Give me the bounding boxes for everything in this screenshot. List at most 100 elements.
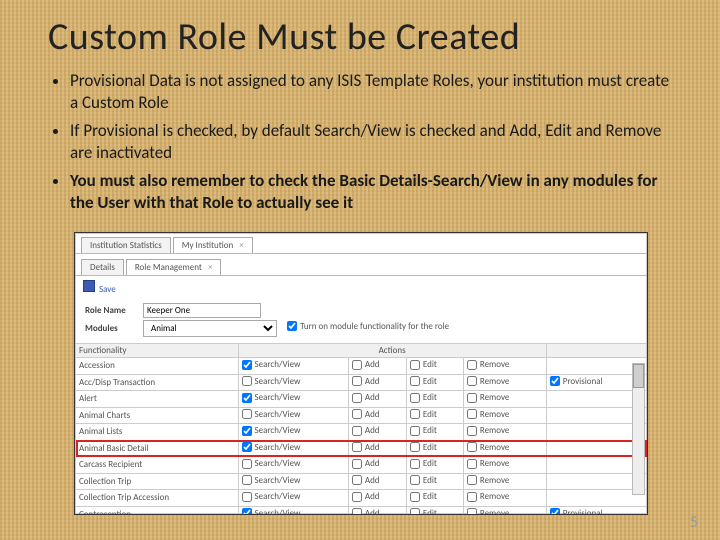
perm-checkbox[interactable]	[242, 508, 252, 515]
perm-checkbox[interactable]	[352, 409, 362, 419]
provisional-checkbox[interactable]	[550, 508, 560, 515]
perm-checkbox[interactable]	[242, 376, 252, 386]
perm-checkbox[interactable]	[352, 475, 362, 485]
perm-checkbox[interactable]	[352, 508, 362, 515]
close-icon[interactable]: ×	[239, 240, 243, 251]
perm-checkbox[interactable]	[242, 409, 252, 419]
close-icon[interactable]: ×	[208, 262, 212, 273]
tab-role-mgmt[interactable]: Role Management ×	[126, 259, 222, 275]
perm-checkbox[interactable]	[467, 475, 477, 485]
perm-checkbox[interactable]	[242, 475, 252, 485]
perm-label: Remove	[480, 458, 510, 469]
tab-institution-stats[interactable]: Institution Statistics	[81, 237, 171, 253]
perm-label: Edit	[423, 508, 437, 516]
functionality-name: Accession	[76, 358, 239, 375]
rolename-label: Role Name	[85, 305, 141, 316]
tab-my-institution[interactable]: My Institution ×	[173, 237, 253, 253]
perm-checkbox[interactable]	[410, 508, 420, 515]
functionality-name: Animal Charts	[76, 407, 239, 424]
sub-tabs: Details Role Management ×	[75, 256, 647, 276]
perm-checkbox[interactable]	[410, 360, 420, 370]
table-row: Accession Search/View Add Edit Remove	[76, 358, 647, 375]
tab-label: Role Management	[135, 262, 202, 273]
table-row: Acc/Disp TransactionSearch/ViewAddEditRe…	[76, 374, 647, 391]
perm-checkbox[interactable]	[410, 409, 420, 419]
tab-details[interactable]: Details	[81, 259, 124, 275]
perm-checkbox[interactable]	[352, 492, 362, 502]
perm-label: Add	[365, 376, 380, 387]
functionality-table: Functionality Actions Accession Search/Vi…	[75, 343, 647, 515]
perm-label: Search/View	[255, 409, 301, 420]
perm-checkbox[interactable]	[242, 442, 252, 452]
col-actions: Actions	[238, 344, 546, 358]
scrollbar-thumb[interactable]	[633, 364, 644, 388]
col-functionality: Functionality	[76, 344, 239, 358]
perm-label: Search/View	[255, 458, 301, 469]
perm-checkbox[interactable]	[467, 492, 477, 502]
perm-checkbox[interactable]	[467, 442, 477, 452]
bullet-1: Provisional Data is not assigned to any …	[70, 70, 672, 115]
provisional-checkbox[interactable]	[550, 376, 560, 386]
perm-label: Search/View	[255, 392, 301, 403]
modules-select[interactable]: Animal	[143, 320, 277, 337]
perm-checkbox[interactable]	[410, 492, 420, 502]
perm-checkbox[interactable]	[467, 426, 477, 436]
perm-checkbox[interactable]	[410, 475, 420, 485]
functionality-name: Carcass Recipient	[76, 457, 239, 474]
rolename-input[interactable]	[143, 303, 261, 318]
perm-checkbox[interactable]	[410, 442, 420, 452]
perm-label: Edit	[423, 359, 437, 370]
perm-label: Edit	[423, 392, 437, 403]
tab-label: My Institution	[182, 240, 233, 251]
perm-label: Remove	[480, 425, 510, 436]
perm-checkbox[interactable]	[467, 508, 477, 515]
perm-label: Edit	[423, 491, 437, 502]
table-row: AlertSearch/ViewAddEditRemove	[76, 391, 647, 408]
perm-checkbox[interactable]	[242, 360, 252, 370]
perm-checkbox[interactable]	[242, 492, 252, 502]
disk-icon	[83, 280, 95, 292]
perm-checkbox[interactable]	[242, 426, 252, 436]
perm-checkbox[interactable]	[352, 376, 362, 386]
perm-label: Add	[365, 491, 380, 502]
perm-checkbox[interactable]	[352, 393, 362, 403]
perm-label: Add	[365, 392, 380, 403]
perm-label: Edit	[423, 376, 437, 387]
perm-label: Add	[365, 508, 380, 516]
perm-label: Search/View	[255, 359, 301, 370]
table-row: Animal ListsSearch/ViewAddEditRemove	[76, 424, 647, 441]
perm-label: Edit	[423, 475, 437, 486]
perm-checkbox[interactable]	[467, 376, 477, 386]
perm-checkbox[interactable]	[242, 459, 252, 469]
vertical-scrollbar[interactable]	[632, 363, 645, 495]
functionality-name: Animal Basic Detail	[76, 440, 239, 457]
perm-checkbox[interactable]	[352, 360, 362, 370]
table-row: Animal Basic DetailSearch/ViewAddEditRem…	[76, 440, 647, 457]
perm-checkbox[interactable]	[410, 459, 420, 469]
perm-checkbox[interactable]	[410, 376, 420, 386]
bullet-list: Provisional Data is not assigned to any …	[48, 70, 672, 215]
perm-label: Edit	[423, 442, 437, 453]
col-prov	[546, 344, 646, 358]
perm-checkbox[interactable]	[467, 459, 477, 469]
module-toggle-checkbox[interactable]	[287, 321, 297, 331]
perm-checkbox[interactable]	[352, 459, 362, 469]
perm-checkbox[interactable]	[410, 393, 420, 403]
save-label: Save	[99, 284, 116, 295]
perm-checkbox[interactable]	[352, 426, 362, 436]
save-button[interactable]: Save	[75, 276, 647, 299]
perm-checkbox[interactable]	[467, 360, 477, 370]
perm-label: Add	[365, 442, 380, 453]
table-row: Carcass RecipientSearch/ViewAddEditRemov…	[76, 457, 647, 474]
perm-checkbox[interactable]	[352, 442, 362, 452]
perm-checkbox[interactable]	[467, 409, 477, 419]
functionality-name: Collection Trip Accession	[76, 490, 239, 507]
perm-checkbox[interactable]	[467, 393, 477, 403]
perm-checkbox[interactable]	[242, 393, 252, 403]
perm-label: Remove	[480, 359, 510, 370]
perm-label: Search/View	[255, 425, 301, 436]
table-row: Collection Trip Accession Search/View Add E…	[76, 490, 647, 507]
perm-label: Add	[365, 359, 380, 370]
perm-label: Search/View	[255, 491, 301, 502]
perm-checkbox[interactable]	[410, 426, 420, 436]
